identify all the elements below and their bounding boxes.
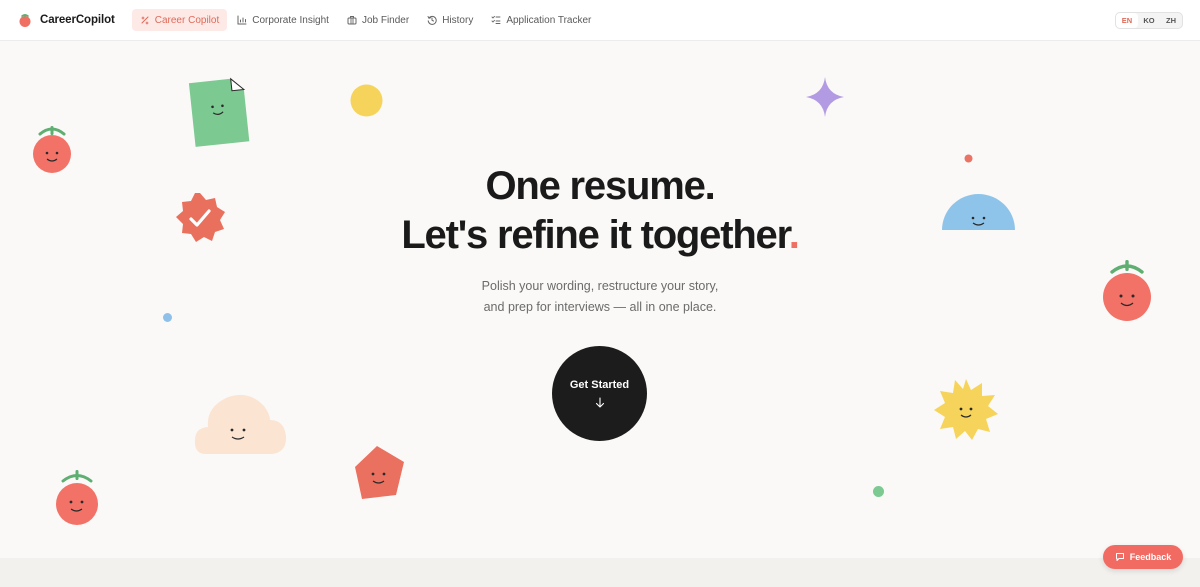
nav-item-corporate-insight[interactable]: Corporate Insight [229,9,337,31]
chat-bubble-icon [1115,553,1124,561]
sun-character-icon [934,379,998,440]
hero-title-line2: Let's refine it together. [0,213,1200,258]
small-green-dot-icon [873,486,884,497]
purple-star-icon [806,77,844,117]
lang-option-en[interactable]: EN [1116,13,1138,28]
tomato-logo-icon [19,14,31,27]
get-started-button[interactable]: Get Started [552,346,647,441]
brand[interactable]: CareerCopilot [17,12,115,28]
bottom-section-edge [0,558,1200,587]
history-icon [427,15,437,25]
hero-title-text: Let's refine it together [401,213,790,257]
document-character-icon [188,77,250,147]
list-check-icon [491,15,501,24]
nav-item-career-copilot[interactable]: Career Copilot [131,9,228,31]
hero-title-accent-dot: . [788,213,800,257]
get-started-label: Get Started [569,379,630,391]
hero-subtitle-line1: Polish your wording, restructure your st… [481,279,719,293]
small-red-dot-icon [964,154,973,163]
pentagon-character-icon [355,446,404,499]
main-nav: Career Copilot Corporate Insight Job Fin… [131,9,600,31]
tomato-character-icon [56,470,98,525]
lang-option-zh[interactable]: ZH [1160,13,1182,28]
brand-name: CareerCopilot [40,14,115,26]
language-switcher: EN KO ZH [1115,12,1183,29]
feedback-label: Feedback [1129,552,1172,562]
nav-item-application-tracker[interactable]: Application Tracker [483,9,599,31]
arrow-down-icon [595,397,604,408]
top-navbar: CareerCopilot Career Copilot Corporate I… [0,0,1200,41]
bar-chart-icon [237,15,247,25]
nav-label: Career Copilot [154,14,220,26]
nav-item-job-finder[interactable]: Job Finder [339,9,417,31]
lang-option-ko[interactable]: KO [1138,13,1160,28]
sparkle-icon [141,16,149,25]
cloud-character-icon [194,394,287,454]
nav-label: History [442,14,474,26]
briefcase-icon [347,16,357,25]
nav-item-history[interactable]: History [419,9,481,31]
hero-subtitle-line2: and prep for interviews — all in one pla… [483,300,717,314]
feedback-button[interactable]: Feedback [1103,545,1183,569]
hero-title-line1: One resume. [485,164,715,208]
nav-label: Job Finder [361,14,410,26]
nav-label: Corporate Insight [252,14,329,26]
yellow-circle-icon [350,84,383,117]
nav-label: Application Tracker [506,14,592,26]
